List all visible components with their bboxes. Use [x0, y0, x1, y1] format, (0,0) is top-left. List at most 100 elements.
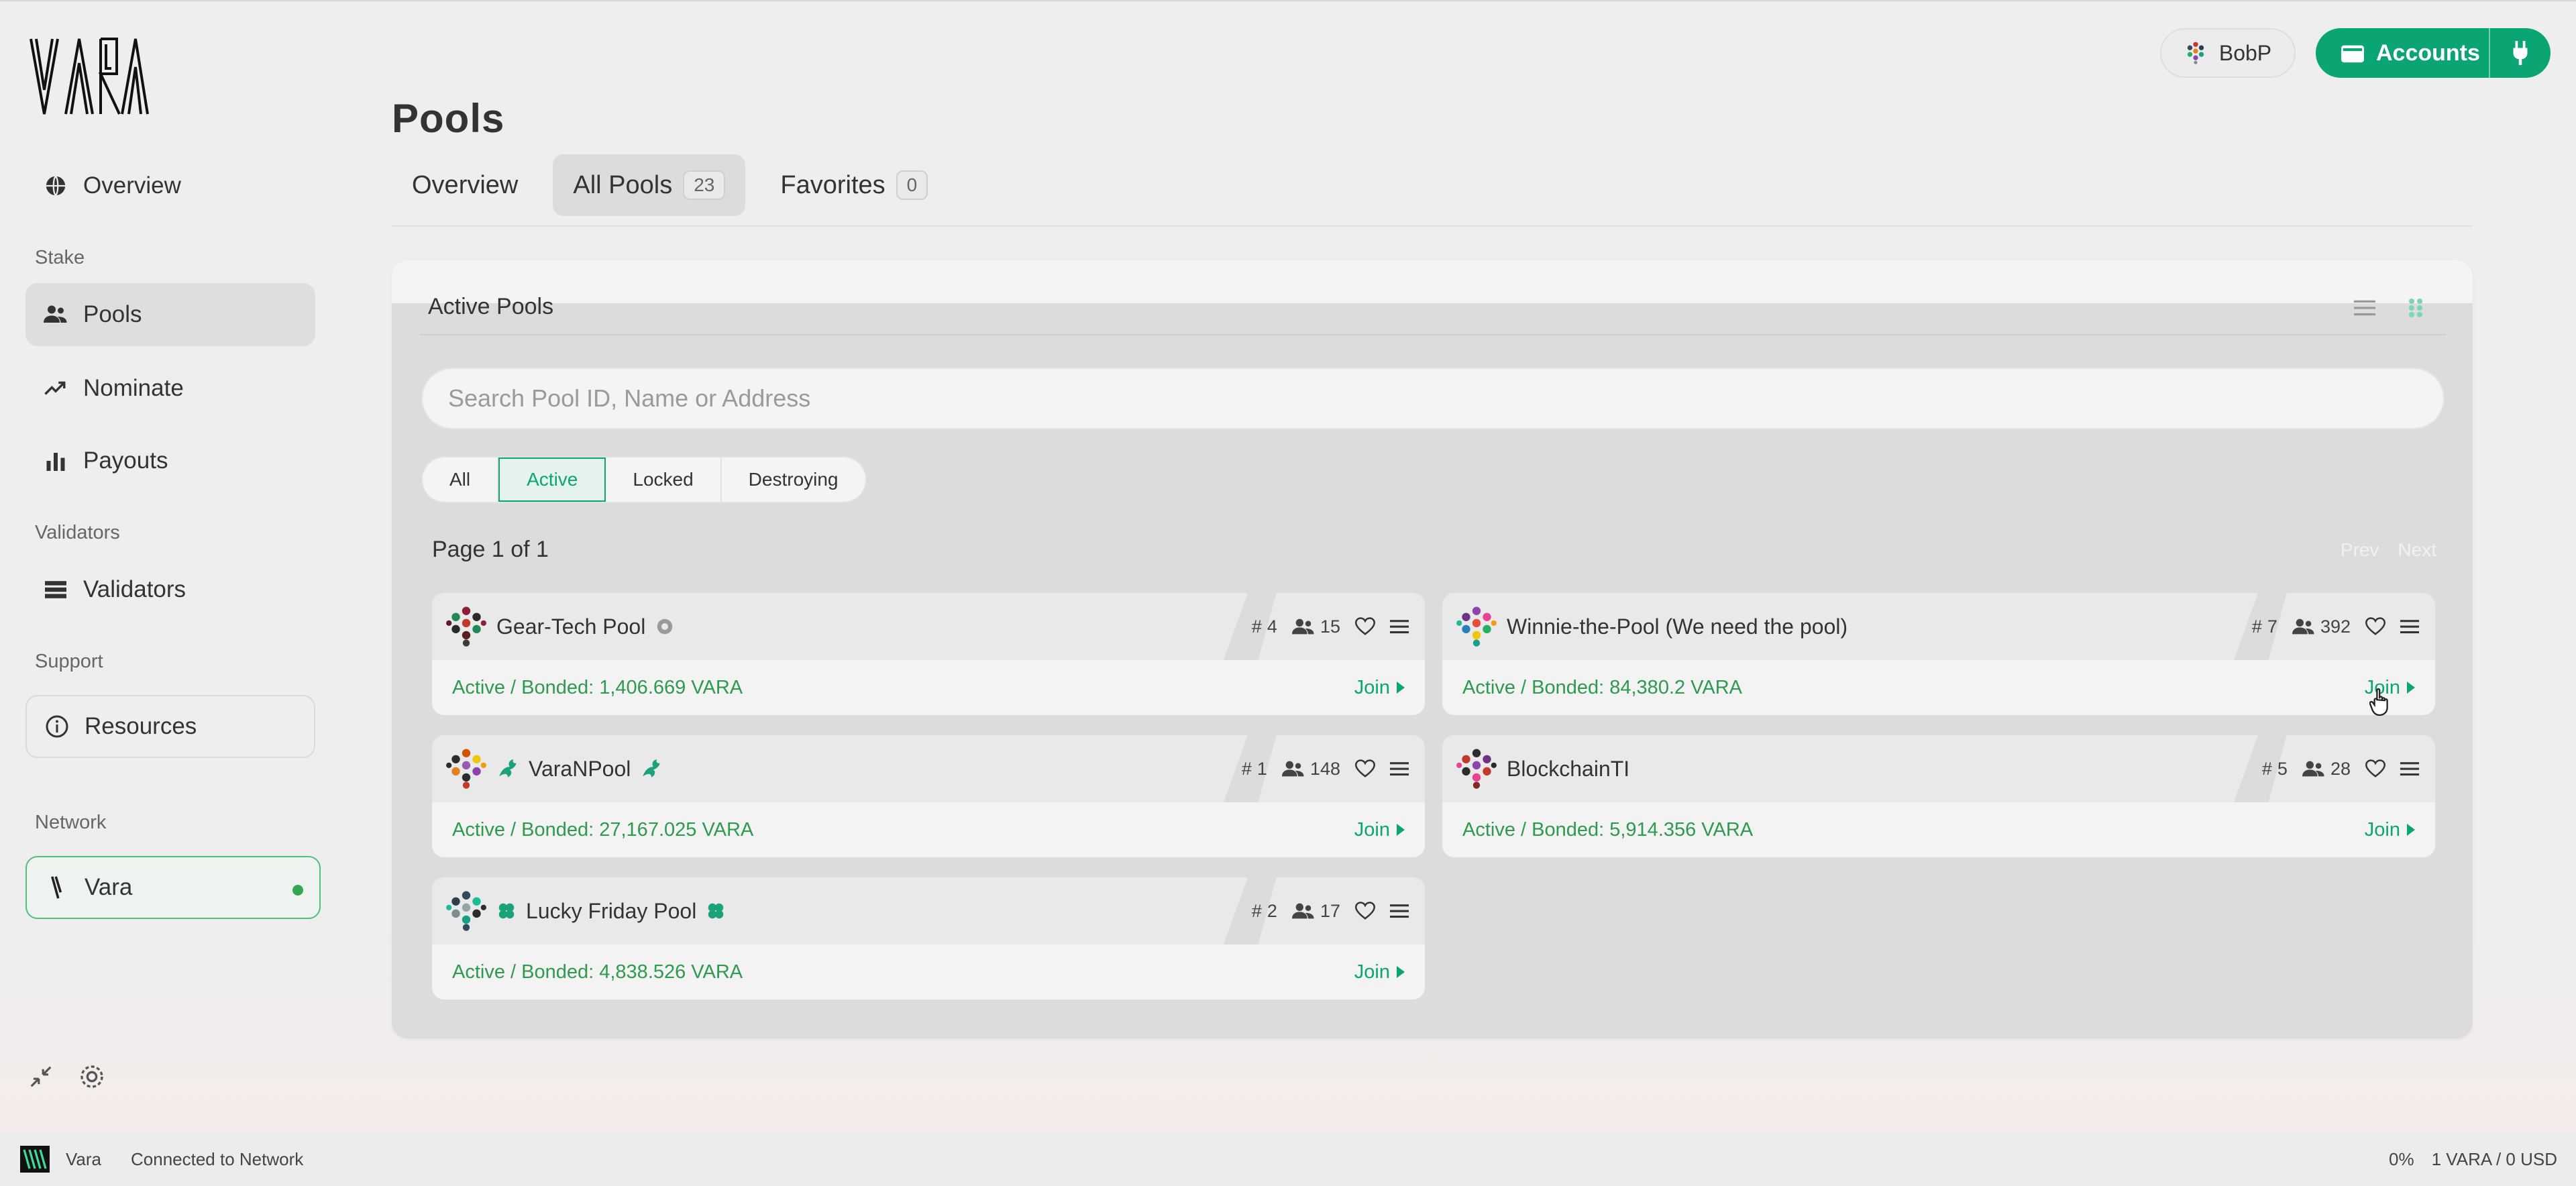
tab-overview[interactable]: Overview	[392, 154, 538, 216]
accounts-label: Accounts	[2376, 40, 2480, 66]
sidebar-item-validators[interactable]: Validators	[25, 558, 315, 621]
caret-right-icon	[2407, 682, 2415, 694]
favorite-heart-icon[interactable]	[2365, 617, 2385, 636]
prev-page-button[interactable]: Prev	[2341, 539, 2379, 561]
pool-id-value: 2	[1267, 900, 1277, 921]
sidebar-item-resources[interactable]: Resources	[25, 695, 315, 758]
pool-name-row: Winnie-the-Pool (We need the pool)	[1456, 605, 1847, 648]
active-account-chip[interactable]: BobP	[2160, 28, 2296, 78]
pool-members: 17	[1291, 900, 1340, 922]
join-pool-button[interactable]: Join	[2365, 819, 2415, 841]
list-view-icon[interactable]	[2353, 296, 2376, 319]
pagination: Prev Next	[2341, 539, 2436, 561]
pool-card: Gear-Tech Pool #4 15 Active / Bonded: 1,…	[432, 593, 1425, 715]
pool-menu-icon[interactable]	[1390, 618, 1409, 635]
sidebar-section-validators: Validators	[35, 522, 120, 543]
users-icon	[1291, 903, 1314, 919]
sidebar-item-pools[interactable]: Pools	[25, 283, 315, 346]
collapse-icon[interactable]	[25, 1061, 56, 1092]
pool-card: Winnie-the-Pool (We need the pool) #7 39…	[1442, 593, 2435, 715]
sidebar-item-label: Resources	[85, 713, 197, 739]
dragon-emoji-icon	[643, 759, 661, 777]
gear-icon[interactable]	[76, 1061, 107, 1092]
bar-chart-icon	[43, 448, 68, 474]
hash-icon: #	[2261, 758, 2272, 779]
filter-active[interactable]: Active	[498, 457, 606, 502]
active-pools-panel: Active Pools All Active Locked Destroyin…	[392, 260, 2473, 1038]
dragon-emoji-icon	[499, 759, 517, 777]
next-page-button[interactable]: Next	[2398, 539, 2436, 561]
panel-divider	[420, 334, 2446, 335]
hash-icon: #	[2251, 616, 2262, 637]
pool-search-input[interactable]	[421, 368, 2445, 429]
pool-menu-icon[interactable]	[1390, 761, 1409, 777]
sidebar-item-overview[interactable]: Overview	[25, 154, 315, 217]
favorite-heart-icon[interactable]	[1355, 617, 1375, 636]
status-bar: Vara Connected to Network 0% 1 VARA / 0 …	[0, 1131, 2576, 1186]
pool-members-value: 28	[2330, 758, 2351, 779]
join-pool-button[interactable]: Join	[1354, 819, 1405, 841]
app-root: Overview Stake Pools Nominate Payouts Va…	[0, 0, 2576, 1186]
pool-card-footer: Active / Bonded: 5,914.356 VARA Join	[1442, 802, 2435, 857]
pool-card: Lucky Friday Pool #2 17 Active / Bonded:…	[432, 877, 1425, 1000]
gear-badge-icon	[657, 618, 673, 635]
favorite-heart-icon[interactable]	[1355, 902, 1375, 920]
pool-id: #2	[1252, 901, 1277, 922]
tab-label: Overview	[412, 170, 519, 199]
sidebar-item-nominate[interactable]: Nominate	[25, 357, 315, 420]
join-label: Join	[1354, 818, 1390, 841]
pool-name-row: VaraNPool	[445, 747, 663, 790]
pool-menu-icon[interactable]	[2400, 761, 2419, 777]
pool-id: #7	[2252, 616, 2277, 637]
pool-menu-icon[interactable]	[1390, 903, 1409, 919]
join-pool-button[interactable]: Join	[1354, 961, 1405, 983]
tab-favorites[interactable]: Favorites 0	[760, 154, 948, 216]
sidebar-item-label: Nominate	[83, 375, 184, 401]
sidebar-item-label: Validators	[83, 576, 186, 602]
pool-status: Active / Bonded: 5,914.356 VARA	[1462, 818, 1754, 841]
pool-meta: #7 392	[2252, 605, 2419, 648]
tab-label: All Pools	[573, 170, 673, 199]
filter-all[interactable]: All	[423, 457, 499, 502]
sidebar-item-payouts[interactable]: Payouts	[25, 429, 315, 492]
pool-card-footer: Active / Bonded: 4,838.526 VARA Join	[432, 945, 1425, 1000]
pool-meta: #4 15	[1252, 605, 1409, 648]
pool-members-value: 392	[2320, 616, 2351, 637]
filter-destroying[interactable]: Destroying	[722, 457, 865, 502]
hand-cursor-icon	[2369, 688, 2388, 716]
connect-plug-button[interactable]	[2490, 28, 2551, 78]
network-selector[interactable]: Vara	[25, 856, 321, 919]
pool-status: Active / Bonded: 1,406.669 VARA	[452, 676, 743, 698]
status-network-name: Vara	[66, 1148, 101, 1169]
filter-locked[interactable]: Locked	[606, 457, 722, 502]
sidebar-section-stake: Stake	[35, 247, 85, 268]
pool-card-footer: Active / Bonded: 1,406.669 VARA Join	[432, 660, 1425, 715]
accounts-button-main[interactable]: Accounts	[2316, 28, 2490, 78]
join-pool-button[interactable]: Join	[1354, 677, 1405, 699]
tab-all-pools[interactable]: All Pools 23	[553, 154, 746, 216]
account-identicon	[2187, 42, 2204, 64]
pool-state-filter: All Active Locked Destroying	[421, 456, 867, 503]
pool-id-value: 1	[1256, 758, 1267, 779]
pool-status: Active / Bonded: 27,167.025 VARA	[452, 818, 754, 841]
pool-meta: #5 28	[2262, 747, 2419, 790]
vara-logo[interactable]	[28, 36, 149, 118]
users-icon	[2302, 761, 2324, 777]
pool-id-value: 4	[1267, 616, 1277, 637]
pool-identicon	[1456, 749, 1497, 789]
token-price: 1 VARA / 0 USD	[2431, 1148, 2557, 1169]
favorite-heart-icon[interactable]	[2365, 759, 2385, 778]
hash-icon: #	[1241, 758, 1252, 779]
pool-name: VaraNPool	[529, 756, 631, 781]
pool-members-value: 17	[1320, 900, 1340, 921]
sidebar-item-label: Overview	[83, 172, 181, 199]
grid-view-icon[interactable]	[2404, 296, 2427, 319]
favorite-heart-icon[interactable]	[1355, 759, 1375, 778]
pool-members-value: 15	[1320, 616, 1340, 637]
sidebar-section-support: Support	[35, 651, 103, 672]
clover-emoji-icon	[708, 903, 724, 919]
accounts-button[interactable]: Accounts	[2316, 28, 2551, 78]
caret-right-icon	[1397, 966, 1405, 978]
network-status-dot	[292, 885, 303, 896]
pool-menu-icon[interactable]	[2400, 618, 2419, 635]
